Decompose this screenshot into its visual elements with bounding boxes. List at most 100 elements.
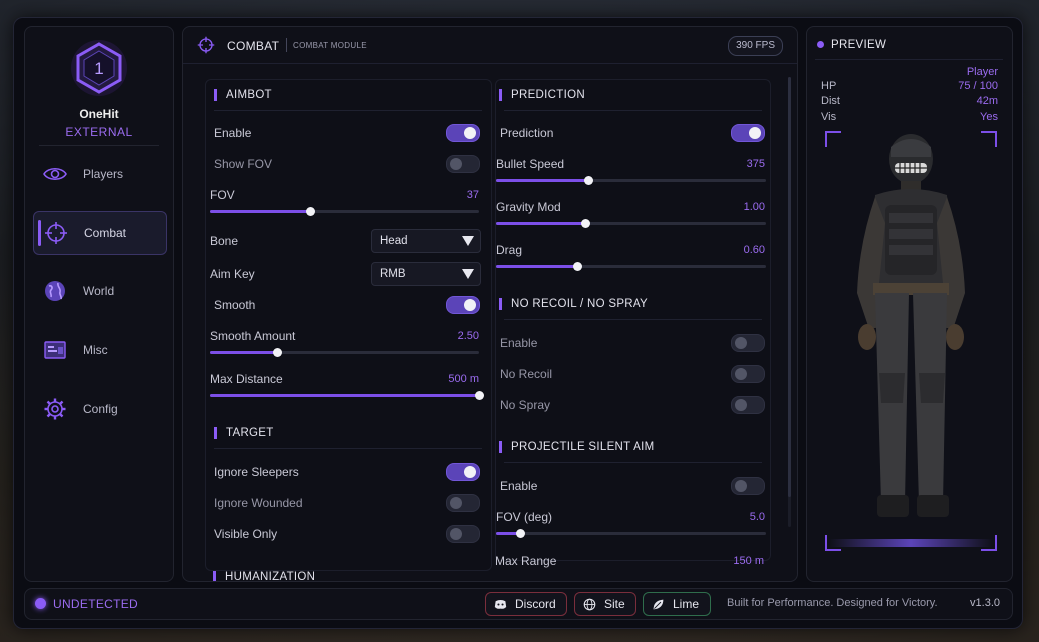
slider-knob[interactable] bbox=[581, 219, 591, 228]
right-column-group: PREDICTION Prediction Bullet Speed 375 G… bbox=[495, 79, 771, 561]
divider bbox=[504, 462, 762, 463]
show-fov-toggle[interactable] bbox=[446, 155, 480, 173]
hp-label: HP bbox=[821, 80, 837, 92]
sidebar-item-misc[interactable]: Misc bbox=[33, 329, 165, 371]
section-title-target: TARGET bbox=[214, 427, 274, 439]
divider bbox=[815, 59, 1003, 60]
section-title-no-recoil: NO RECOIL / NO SPRAY bbox=[499, 298, 648, 310]
divider bbox=[214, 110, 482, 111]
divider bbox=[504, 110, 762, 111]
sidebar-item-label: World bbox=[83, 284, 115, 298]
lime-button[interactable]: Lime bbox=[643, 592, 711, 616]
max-range-label: Max Range bbox=[495, 554, 557, 568]
divider bbox=[214, 448, 482, 449]
slider-knob[interactable] bbox=[475, 391, 484, 400]
ignore-wounded-toggle[interactable] bbox=[446, 494, 480, 512]
visible-only-toggle[interactable] bbox=[446, 525, 480, 543]
level-badge-icon: 1 bbox=[71, 40, 127, 96]
main-header: COMBAT COMBAT MODULE 390 FPS bbox=[183, 27, 797, 64]
slider-knob[interactable] bbox=[583, 176, 593, 185]
slider-knob[interactable] bbox=[305, 207, 315, 216]
sidebar-item-label: Misc bbox=[83, 343, 108, 357]
ignore-sleepers-label: Ignore Sleepers bbox=[214, 465, 299, 479]
aim-key-select-value: RMB bbox=[380, 268, 406, 280]
aim-key-select[interactable]: RMB bbox=[371, 262, 481, 286]
site-label: Site bbox=[604, 597, 625, 611]
scrollbar-thumb[interactable] bbox=[788, 77, 791, 497]
bullet-speed-value: 375 bbox=[746, 158, 765, 170]
section-title-aimbot: AIMBOT bbox=[214, 89, 272, 101]
bone-select[interactable]: Head bbox=[371, 229, 481, 253]
smooth-toggle[interactable] bbox=[446, 296, 480, 314]
leaf-icon bbox=[653, 599, 664, 609]
chevron-down-icon bbox=[462, 236, 474, 246]
smooth-amount-value: 2.50 bbox=[457, 330, 479, 342]
sidebar: 1 OneHit EXTERNAL Players Combat World M… bbox=[24, 26, 174, 582]
psa-enable-toggle[interactable] bbox=[731, 477, 765, 495]
vis-value: Yes bbox=[980, 111, 998, 123]
slider-fill bbox=[210, 210, 310, 213]
preview-title: PREVIEW bbox=[831, 39, 887, 51]
preview-panel: PREVIEW Player HP 75 / 100 Dist 42m Vis … bbox=[806, 26, 1013, 582]
version-label: v1.3.0 bbox=[970, 597, 1000, 609]
slider-fill bbox=[210, 351, 278, 354]
gravity-mod-slider[interactable] bbox=[496, 219, 766, 228]
globe-icon bbox=[583, 598, 596, 610]
no-recoil-toggle[interactable] bbox=[731, 365, 765, 383]
main-panel: COMBAT COMBAT MODULE 390 FPS AIMBOT Enab… bbox=[182, 26, 798, 582]
slider-knob[interactable] bbox=[273, 348, 283, 357]
gravity-mod-label: Gravity Mod bbox=[496, 200, 561, 214]
smooth-amount-slider[interactable] bbox=[210, 348, 479, 357]
app-window: 1 OneHit EXTERNAL Players Combat World M… bbox=[13, 17, 1023, 629]
sidebar-item-players[interactable]: Players bbox=[33, 153, 165, 195]
bullet-speed-slider[interactable] bbox=[496, 176, 766, 185]
sidebar-item-config[interactable]: Config bbox=[33, 388, 165, 430]
psa-fov-label: FOV (deg) bbox=[496, 510, 553, 524]
no-spray-toggle[interactable] bbox=[731, 396, 765, 414]
section-title-psa: PROJECTILE SILENT AIM bbox=[499, 441, 655, 453]
page-title: COMBAT bbox=[227, 39, 280, 53]
dist-label: Dist bbox=[821, 95, 840, 107]
preview-frame bbox=[825, 131, 997, 551]
bone-label: Bone bbox=[210, 234, 239, 248]
fov-value: 37 bbox=[466, 189, 479, 201]
prediction-enable-label: Prediction bbox=[500, 126, 554, 140]
psa-fov-slider[interactable] bbox=[496, 529, 766, 538]
max-distance-slider[interactable] bbox=[210, 391, 484, 400]
player-model-image bbox=[857, 134, 965, 517]
discord-icon bbox=[494, 599, 507, 609]
fov-slider[interactable] bbox=[210, 207, 479, 216]
slider-knob[interactable] bbox=[573, 262, 582, 271]
level-number: 1 bbox=[94, 59, 103, 78]
preview-dot-icon bbox=[817, 41, 824, 48]
status-dot-icon bbox=[35, 598, 46, 609]
divider bbox=[39, 145, 159, 146]
prediction-toggle[interactable] bbox=[731, 124, 765, 142]
section-title-prediction: PREDICTION bbox=[499, 89, 585, 101]
smooth-label: Smooth bbox=[214, 298, 256, 312]
divider bbox=[286, 38, 287, 52]
slider-fill bbox=[210, 394, 479, 397]
brand-name: OneHit bbox=[79, 107, 119, 121]
page-subtitle: COMBAT MODULE bbox=[293, 41, 367, 50]
site-button[interactable]: Site bbox=[574, 592, 636, 616]
sidebar-item-label: Combat bbox=[84, 226, 127, 240]
show-fov-label: Show FOV bbox=[214, 157, 273, 171]
eye-icon bbox=[43, 167, 67, 181]
brand-subtitle: EXTERNAL bbox=[65, 125, 133, 139]
sidebar-item-world[interactable]: World bbox=[33, 270, 165, 312]
crosshair-icon bbox=[45, 222, 67, 244]
sidebar-item-combat[interactable]: Combat bbox=[33, 211, 167, 255]
fps-badge: 390 FPS bbox=[728, 36, 783, 56]
slider-knob[interactable] bbox=[516, 529, 526, 538]
fov-label: FOV bbox=[210, 188, 235, 202]
hp-value: 75 / 100 bbox=[958, 80, 998, 92]
bone-select-value: Head bbox=[380, 235, 408, 247]
drag-slider[interactable] bbox=[496, 262, 766, 271]
ignore-sleepers-toggle[interactable] bbox=[446, 463, 480, 481]
no-recoil-enable-toggle[interactable] bbox=[731, 334, 765, 352]
sidebar-item-label: Config bbox=[83, 402, 118, 416]
player-name: Player bbox=[966, 66, 998, 78]
discord-button[interactable]: Discord bbox=[485, 592, 567, 616]
aimbot-enable-toggle[interactable] bbox=[446, 124, 480, 142]
